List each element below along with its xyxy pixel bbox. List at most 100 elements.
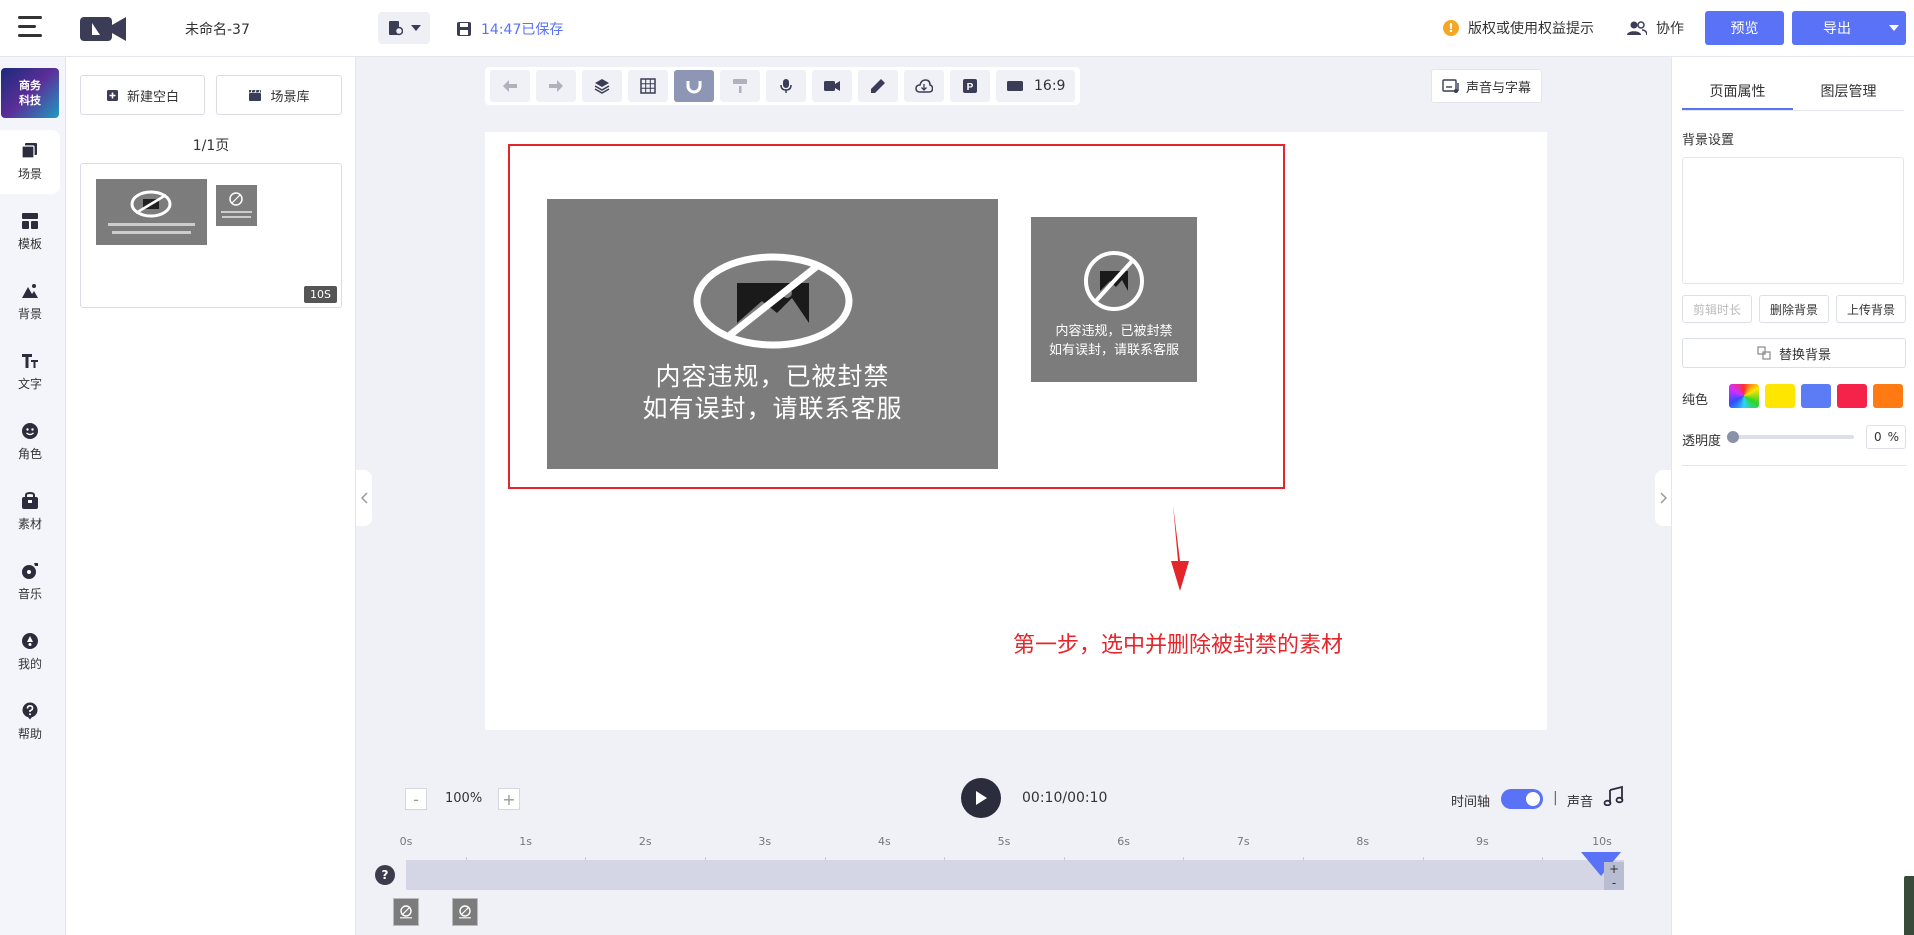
color-swatch-red[interactable] xyxy=(1837,384,1867,408)
swap-icon xyxy=(1757,346,1771,360)
redo-button[interactable] xyxy=(536,70,576,102)
warning-icon: ! xyxy=(1443,20,1459,36)
delete-background-button[interactable]: 删除背景 xyxy=(1759,295,1829,323)
nav-item-music[interactable]: 音乐 xyxy=(0,550,60,614)
tick-label: 0s xyxy=(399,835,413,848)
grid-icon xyxy=(640,78,656,94)
scene-thumb-banned-image-small xyxy=(216,185,257,226)
preview-button[interactable]: 预览 xyxy=(1705,11,1784,45)
cloud-icon xyxy=(915,79,933,93)
character-icon xyxy=(22,423,38,439)
collapse-left-panel-button[interactable] xyxy=(356,470,372,526)
upload-background-button[interactable]: 上传背景 xyxy=(1836,295,1906,323)
divider xyxy=(1682,465,1906,466)
opacity-input[interactable]: 0 % xyxy=(1866,425,1906,449)
tick-label: 1s xyxy=(519,835,532,848)
collapse-right-panel-button[interactable] xyxy=(1655,470,1671,526)
export-button[interactable]: 导出 xyxy=(1792,11,1906,45)
background-icon xyxy=(22,284,38,298)
nav-item-mine[interactable]: 我的 xyxy=(0,620,60,684)
opacity-slider-handle[interactable] xyxy=(1727,431,1739,443)
collaborate-button[interactable]: 协作 xyxy=(1627,18,1684,38)
trim-duration-button[interactable]: 剪辑时长 xyxy=(1682,295,1752,323)
replace-background-button[interactable]: 替换背景 xyxy=(1682,338,1906,368)
separator: | xyxy=(1553,790,1558,806)
tick-label: 2s xyxy=(638,835,652,848)
scene-thumbnail[interactable]: 10S xyxy=(80,163,342,308)
banned-image-icon xyxy=(1084,251,1144,311)
nav-item-material[interactable]: 素材 xyxy=(0,480,60,544)
banned-message-line2: 如有误封，请联系客服 xyxy=(642,394,903,423)
opacity-label: 透明度 xyxy=(1682,434,1722,449)
nav-item-character[interactable]: 角色 xyxy=(0,410,60,474)
audio-subtitle-button[interactable]: 声音与字幕 xyxy=(1431,69,1542,103)
nav-item-template[interactable]: 模板 xyxy=(0,200,60,264)
music-note-icon[interactable] xyxy=(1603,785,1625,810)
camera-button[interactable] xyxy=(812,70,852,102)
scene-panel: 新建空白 场景库 1/1页 10S xyxy=(66,57,356,935)
scene-library-button[interactable]: 场景库 xyxy=(216,75,342,115)
chevron-down-icon[interactable] xyxy=(1882,25,1906,31)
opacity-slider[interactable] xyxy=(1731,435,1854,439)
tick-label: 3s xyxy=(758,835,772,848)
magnet-snap-button[interactable] xyxy=(674,70,714,102)
chevron-left-icon xyxy=(360,492,368,504)
tick-label: 10s xyxy=(1592,835,1612,848)
banned-message: 内容违规，已被封禁 如有误封，请联系客服 xyxy=(642,361,902,425)
chevron-right-icon xyxy=(1659,492,1667,504)
banned-image-large[interactable]: 内容违规，已被封禁 如有误封，请联系客服 xyxy=(547,199,998,469)
pen-button[interactable] xyxy=(858,70,898,102)
new-blank-scene-button[interactable]: 新建空白 xyxy=(80,75,205,115)
pen-icon xyxy=(871,79,885,93)
play-button[interactable] xyxy=(961,778,1001,818)
tick-label: 4s xyxy=(878,835,891,848)
timeline-track[interactable] xyxy=(406,860,1624,890)
nav-item-help[interactable]: 帮助 xyxy=(0,690,60,754)
collaborate-label: 协作 xyxy=(1656,21,1684,37)
replace-background-label: 替换背景 xyxy=(1778,347,1831,363)
cloud-sync-button[interactable] xyxy=(904,70,944,102)
undo-button[interactable] xyxy=(490,70,530,102)
template-icon xyxy=(22,213,38,229)
format-painter-button[interactable] xyxy=(720,70,760,102)
zoom-level: 100% xyxy=(445,791,483,806)
timeline-toggle[interactable] xyxy=(1501,789,1543,809)
brand-text: 商务 科技 xyxy=(19,79,41,107)
right-panel: 页面属性 图层管理 背景设置 剪辑时长 删除背景 上传背景 替换背景 纯色 透明… xyxy=(1671,57,1914,935)
sound-label: 声音 xyxy=(1567,795,1594,810)
scene-library-label: 场景库 xyxy=(270,89,310,105)
layers-button[interactable] xyxy=(582,70,622,102)
nav-item-text[interactable]: 文字 xyxy=(0,340,60,404)
tab-layer-management[interactable]: 图层管理 xyxy=(1793,75,1904,110)
time-readout: 00:10/00:10 xyxy=(1022,790,1108,806)
menu-icon[interactable] xyxy=(18,16,42,38)
brand-thumbnail[interactable]: 商务 科技 xyxy=(1,68,59,118)
color-swatch-picker[interactable] xyxy=(1729,384,1759,408)
zoom-out-button[interactable]: - xyxy=(405,788,427,810)
color-swatch-blue[interactable] xyxy=(1801,384,1831,408)
track-expand-button[interactable]: + xyxy=(1604,862,1624,876)
aspect-ratio-button[interactable]: 16:9 xyxy=(996,70,1076,102)
redo-icon xyxy=(549,80,563,92)
copyright-notice-link[interactable]: ! 版权或使用权益提示 xyxy=(1443,18,1594,38)
track-collapse-button[interactable]: - xyxy=(1604,876,1624,890)
annotation-arrow xyxy=(1165,505,1189,595)
document-title[interactable]: 未命名-37 xyxy=(185,19,250,39)
timeline-clip-thumbnail[interactable] xyxy=(452,898,478,926)
color-swatch-yellow[interactable] xyxy=(1765,384,1795,408)
parking-p-button[interactable]: P xyxy=(950,70,990,102)
tab-page-properties[interactable]: 页面属性 xyxy=(1682,75,1793,110)
file-menu-button[interactable] xyxy=(378,12,430,44)
banned-image-icon xyxy=(459,905,471,919)
timeline-help-icon[interactable]: ? xyxy=(375,865,395,885)
nav-item-scene[interactable]: 场景 xyxy=(0,130,60,194)
banned-image-small[interactable]: 内容违规，已被封禁 如有误封，请联系客服 xyxy=(1031,217,1197,382)
color-swatch-orange[interactable] xyxy=(1873,384,1903,408)
grid-button[interactable] xyxy=(628,70,668,102)
save-status-text: 14:47已保存 xyxy=(481,22,564,38)
voice-button[interactable] xyxy=(766,70,806,102)
nav-item-background[interactable]: 背景 xyxy=(0,270,60,334)
zoom-in-button[interactable]: + xyxy=(498,788,520,810)
timeline-clip-thumbnail[interactable] xyxy=(393,898,419,926)
side-widget[interactable] xyxy=(1904,876,1914,935)
